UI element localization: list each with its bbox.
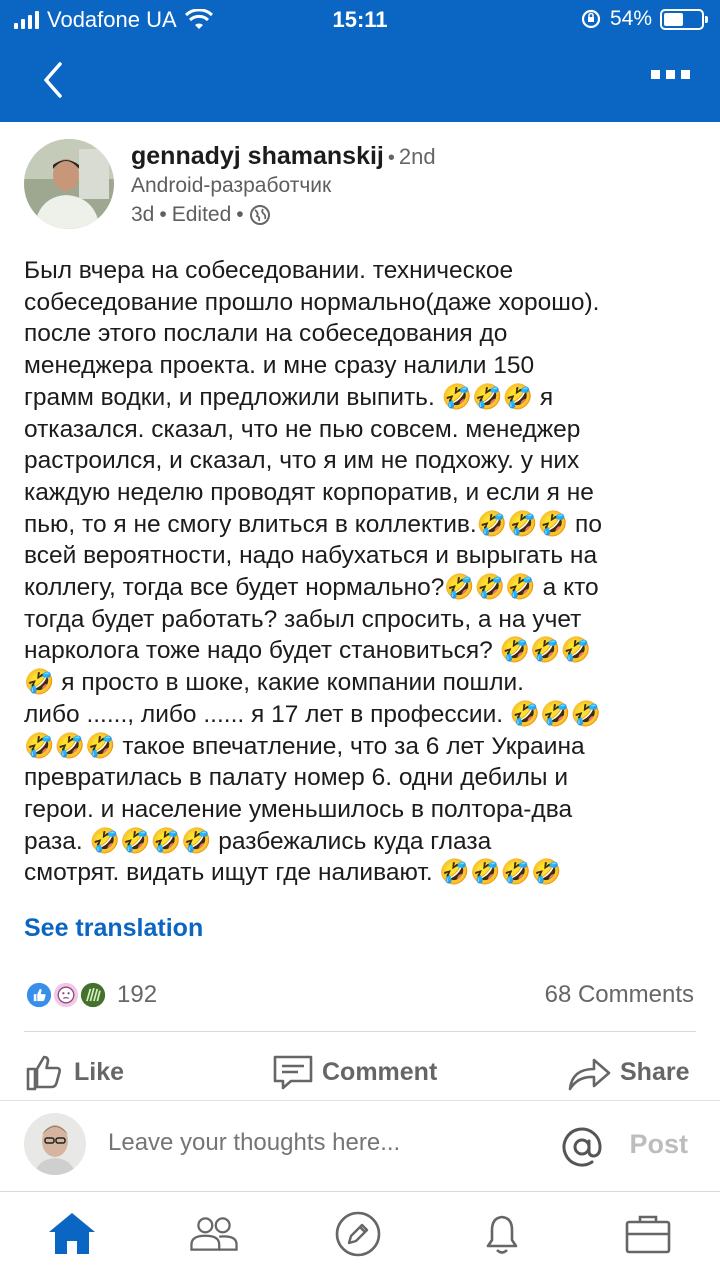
- back-icon[interactable]: [34, 58, 74, 102]
- author-avatar[interactable]: [24, 139, 114, 229]
- comment-button[interactable]: Comment: [272, 1042, 437, 1102]
- current-user-avatar[interactable]: [24, 1113, 86, 1175]
- celebrate-reaction-icon: [78, 980, 108, 1010]
- post-time: 3d: [131, 203, 155, 226]
- globe-icon: [249, 205, 270, 225]
- bottom-tab-bar: [0, 1192, 720, 1280]
- like-reaction-icon: [24, 980, 54, 1010]
- like-button[interactable]: Like: [24, 1042, 124, 1102]
- comment-icon: [273, 1055, 313, 1090]
- author-name-row[interactable]: gennadyj shamanskij • 2nd: [131, 142, 436, 171]
- thumbs-up-icon: [26, 1055, 61, 1091]
- reactions-summary[interactable]: 192: [24, 980, 157, 1010]
- post-text: Был вчера на собеседовании. техническое …: [24, 257, 602, 887]
- share-button[interactable]: Share: [566, 1042, 689, 1102]
- share-label: Share: [620, 1057, 690, 1086]
- reactions-count: 192: [117, 981, 158, 1008]
- comment-composer: Post: [0, 1100, 720, 1192]
- post-meta: 3d • Edited •: [131, 203, 271, 227]
- home-icon[interactable]: [46, 1210, 98, 1258]
- post-compose-icon[interactable]: [332, 1210, 384, 1258]
- status-bar: Vodafone UA 15:11 54%: [0, 0, 720, 40]
- see-translation-link[interactable]: See translation: [24, 914, 203, 943]
- share-icon: [568, 1058, 611, 1091]
- connection-degree: 2nd: [398, 144, 436, 169]
- mention-icon[interactable]: [560, 1125, 604, 1169]
- like-label: Like: [74, 1057, 125, 1086]
- author-headline: Android-разработчик: [131, 174, 332, 197]
- curious-reaction-icon: [51, 980, 81, 1010]
- author-name[interactable]: gennadyj shamanskij: [131, 142, 384, 170]
- battery-percent: 54%: [609, 7, 652, 30]
- battery-icon: [660, 8, 708, 30]
- my-network-icon[interactable]: [188, 1210, 240, 1258]
- more-options-icon[interactable]: [651, 70, 690, 79]
- top-nav-bar: [0, 40, 720, 122]
- status-right: 54%: [580, 7, 708, 31]
- edited-label: Edited: [171, 203, 232, 226]
- divider: [24, 1031, 696, 1032]
- jobs-briefcase-icon[interactable]: [622, 1210, 674, 1258]
- notifications-bell-icon[interactable]: [476, 1210, 528, 1258]
- comments-count[interactable]: 68 Comments: [545, 981, 694, 1009]
- orientation-lock-icon: [581, 9, 601, 29]
- comment-input[interactable]: [108, 1129, 538, 1157]
- comment-label: Comment: [322, 1057, 438, 1086]
- post-button[interactable]: Post: [629, 1129, 688, 1160]
